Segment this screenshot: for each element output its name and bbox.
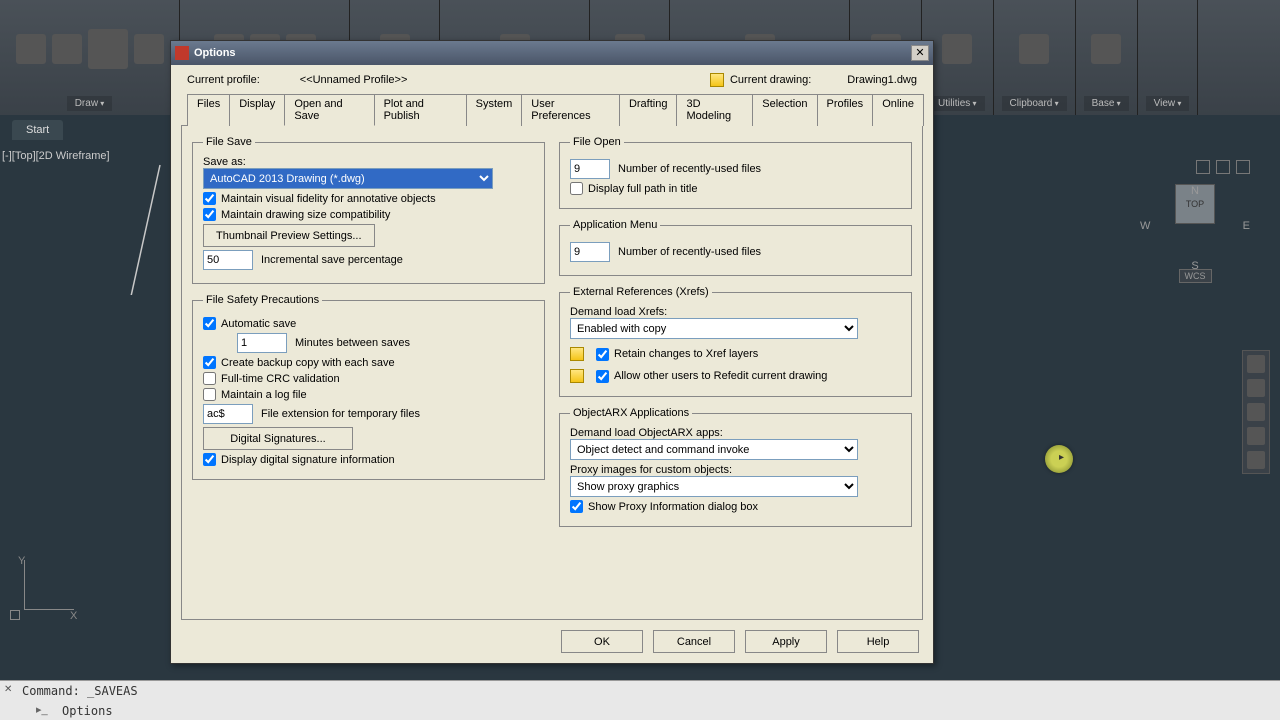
current-profile-value: <<Unnamed Profile>> <box>300 74 408 86</box>
file-open-group: File Open Number of recently-used files … <box>559 136 912 209</box>
allow-refedit-checkbox[interactable]: Allow other users to Refedit current dra… <box>596 370 827 383</box>
orbit-icon[interactable] <box>1247 427 1265 445</box>
application-menu-group: Application Menu Number of recently-used… <box>559 219 912 276</box>
file-safety-group: File Safety Precautions Automatic save M… <box>192 294 545 480</box>
demand-load-xrefs-select[interactable]: Enabled with copy <box>570 318 858 339</box>
thumbnail-preview-button[interactable]: Thumbnail Preview Settings... <box>203 224 375 247</box>
measure-icon[interactable] <box>942 34 972 64</box>
maintain-size-checkbox[interactable]: Maintain drawing size compatibility <box>203 208 390 221</box>
temp-file-extension-input[interactable] <box>203 404 253 424</box>
zoom-icon[interactable] <box>1247 403 1265 421</box>
objectarx-group: ObjectARX Applications Demand load Objec… <box>559 407 912 527</box>
appmenu-recent-files-input[interactable] <box>570 242 610 262</box>
tab-files[interactable]: Files <box>187 94 230 126</box>
tab-content: File Save Save as: AutoCAD 2013 Drawing … <box>181 126 923 620</box>
line-icon[interactable] <box>16 34 46 64</box>
close-vp-icon[interactable] <box>1236 160 1250 174</box>
ok-button[interactable]: OK <box>561 630 643 653</box>
ribbon-panel-base: Base <box>1076 0 1138 115</box>
start-tab[interactable]: Start <box>12 120 63 140</box>
demand-load-arx-select[interactable]: Object detect and command invoke <box>570 439 858 460</box>
tab-3d-modeling[interactable]: 3D Modeling <box>676 94 753 126</box>
close-icon[interactable]: ✕ <box>911 45 929 61</box>
ribbon-panel-view: View <box>1138 0 1199 115</box>
showmotion-icon[interactable] <box>1247 451 1265 469</box>
profile-row: Current profile: <<Unnamed Profile>> Cur… <box>181 71 923 93</box>
proxy-images-select[interactable]: Show proxy graphics <box>570 476 858 497</box>
circle-icon[interactable] <box>88 29 128 69</box>
navigation-bar <box>1242 350 1270 474</box>
restore-icon[interactable] <box>1216 160 1230 174</box>
arc-icon[interactable] <box>134 34 164 64</box>
automatic-save-checkbox[interactable]: Automatic save <box>203 317 296 330</box>
create-backup-checkbox[interactable]: Create backup copy with each save <box>203 356 395 369</box>
paste-icon[interactable] <box>1019 34 1049 64</box>
ribbon-label-draw[interactable]: Draw <box>67 96 113 111</box>
options-dialog: Options ✕ Current profile: <<Unnamed Pro… <box>170 40 934 664</box>
cmdline-close-icon[interactable]: ✕ <box>4 684 12 695</box>
drawing-icon <box>710 73 724 87</box>
apply-button[interactable]: Apply <box>745 630 827 653</box>
display-full-path-checkbox[interactable]: Display full path in title <box>570 182 697 195</box>
cancel-button[interactable]: Cancel <box>653 630 735 653</box>
tab-online[interactable]: Online <box>872 94 924 126</box>
show-proxy-info-checkbox[interactable]: Show Proxy Information dialog box <box>570 500 758 513</box>
current-profile-label: Current profile: <box>187 74 260 86</box>
dialog-titlebar[interactable]: Options ✕ <box>171 41 933 65</box>
app-icon <box>175 46 189 60</box>
base-icon[interactable] <box>1091 34 1121 64</box>
dialog-title: Options <box>194 47 911 59</box>
tab-profiles[interactable]: Profiles <box>817 94 874 126</box>
current-drawing-value: Drawing1.dwg <box>847 74 917 86</box>
command-input[interactable]: Options <box>62 704 113 718</box>
cursor-highlight <box>1045 445 1073 473</box>
ucs-icon: Y X <box>10 610 20 620</box>
ribbon-panel-draw: Draw <box>0 0 180 115</box>
command-history: Command: _SAVEAS <box>22 684 138 698</box>
xref-icon <box>570 347 584 361</box>
nav-wheel-icon[interactable] <box>1247 355 1265 373</box>
pan-icon[interactable] <box>1247 379 1265 397</box>
digital-signatures-button[interactable]: Digital Signatures... <box>203 427 353 450</box>
minutes-between-saves-input[interactable] <box>237 333 287 353</box>
help-button[interactable]: Help <box>837 630 919 653</box>
ribbon-panel-clipboard: Clipboard <box>994 0 1076 115</box>
save-as-label: Save as: <box>203 156 534 168</box>
maintain-log-checkbox[interactable]: Maintain a log file <box>203 388 307 401</box>
tab-system[interactable]: System <box>466 94 523 126</box>
tab-open-and-save[interactable]: Open and Save <box>284 94 374 126</box>
file-save-group: File Save Save as: AutoCAD 2013 Drawing … <box>192 136 545 284</box>
minimize-icon[interactable] <box>1196 160 1210 174</box>
xrefs-group: External References (Xrefs) Demand load … <box>559 286 912 397</box>
prompt-icon: ▸_ <box>36 703 48 716</box>
current-drawing-label: Current drawing: <box>730 74 811 86</box>
maintain-visual-checkbox[interactable]: Maintain visual fidelity for annotative … <box>203 192 436 205</box>
tab-plot-and-publish[interactable]: Plot and Publish <box>374 94 467 126</box>
viewcube[interactable]: N S E W TOP WCS <box>1140 160 1250 320</box>
recent-files-input[interactable] <box>570 159 610 179</box>
command-line[interactable]: ✕ Command: _SAVEAS ▸_ Options <box>0 680 1280 720</box>
tab-display[interactable]: Display <box>229 94 285 126</box>
save-as-select[interactable]: AutoCAD 2013 Drawing (*.dwg) <box>203 168 493 189</box>
display-digsig-checkbox[interactable]: Display digital signature information <box>203 453 395 466</box>
dialog-tabs: Files Display Open and Save Plot and Pub… <box>181 93 923 126</box>
incremental-save-input[interactable] <box>203 250 253 270</box>
retain-xref-changes-checkbox[interactable]: Retain changes to Xref layers <box>596 348 758 361</box>
polyline-icon[interactable] <box>52 34 82 64</box>
dialog-buttons: OK Cancel Apply Help <box>181 620 923 653</box>
tab-selection[interactable]: Selection <box>752 94 817 126</box>
crc-validation-checkbox[interactable]: Full-time CRC validation <box>203 372 340 385</box>
xref-icon <box>570 369 584 383</box>
tab-drafting[interactable]: Drafting <box>619 94 678 126</box>
tab-user-preferences[interactable]: User Preferences <box>521 94 620 126</box>
